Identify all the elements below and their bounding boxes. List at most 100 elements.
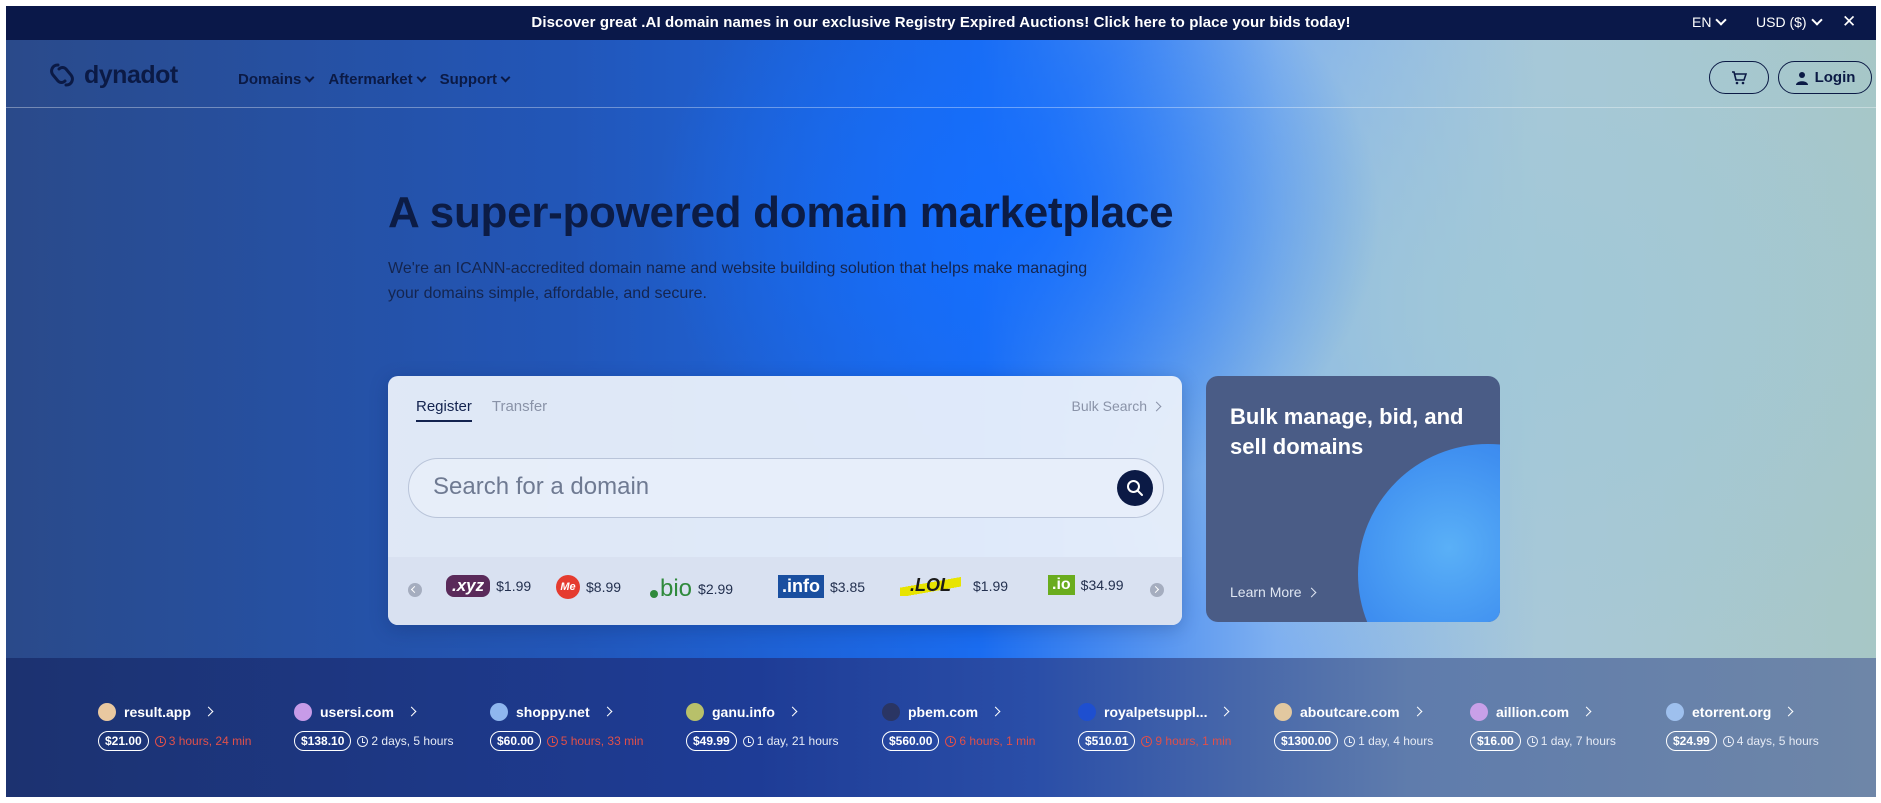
auction-time: 1 day, 4 hours: [1358, 734, 1434, 748]
currency-label: USD ($): [1756, 14, 1807, 30]
nav-menu: Domains Aftermarket Support: [238, 71, 511, 88]
user-icon: [1795, 71, 1808, 85]
domain-avatar: [1274, 703, 1292, 721]
auction-price: $510.01: [1078, 731, 1136, 751]
chevron-right-icon: [990, 706, 1001, 716]
auction-ticker: result.app $21.00 3 hours, 24 min usersi.…: [6, 658, 1876, 797]
auction-time: 1 day, 21 hours: [756, 734, 839, 748]
auction-time: 9 hours, 1 min: [1155, 734, 1232, 748]
tld-price: $34.99: [1080, 577, 1124, 593]
chevron-right-icon: [787, 706, 798, 716]
search-tabs: Register Transfer: [416, 398, 547, 422]
nav-item-aftermarket[interactable]: Aftermarket: [328, 71, 427, 88]
auction-price: $560.00: [882, 731, 940, 751]
tld-item[interactable]: .LOL $1.99: [900, 575, 1008, 596]
nav-item-domains[interactable]: Domains: [238, 71, 315, 88]
clock-icon: [154, 735, 166, 747]
close-icon[interactable]: ✕: [1842, 12, 1856, 32]
tld-price: $2.99: [698, 581, 734, 597]
domain-avatar: [1078, 703, 1096, 721]
tld-item[interactable]: .info $3.85: [778, 575, 865, 598]
search-input[interactable]: [433, 473, 1073, 501]
clock-icon: [1141, 735, 1153, 747]
auction-item[interactable]: etorrent.org $24.99 4 days, 5 hours: [1666, 703, 1819, 751]
tld-price: $1.99: [496, 578, 532, 594]
auction-domain: aillion.com: [1496, 704, 1570, 720]
domain-avatar: [686, 703, 704, 721]
auction-domain: royalpetsuppl...: [1104, 704, 1208, 720]
auction-time: 6 hours, 1 min: [959, 734, 1036, 748]
auction-item[interactable]: pbem.com $560.00 6 hours, 1 min: [882, 703, 1035, 751]
carousel-next-button[interactable]: [1150, 583, 1164, 597]
tab-transfer[interactable]: Transfer: [492, 398, 547, 422]
tld-price: $1.99: [973, 577, 1009, 594]
search-icon: [1127, 480, 1143, 496]
language-selector[interactable]: EN: [1692, 14, 1728, 30]
currency-selector[interactable]: USD ($): [1756, 14, 1823, 30]
tld-logo-bio: bio: [660, 575, 693, 602]
nav-item-support[interactable]: Support: [439, 71, 511, 88]
auction-item[interactable]: aillion.com $16.00 1 day, 7 hours: [1470, 703, 1616, 751]
auction-item[interactable]: shoppy.net $60.00 5 hours, 33 min: [490, 703, 643, 751]
logo[interactable]: dynadot: [46, 60, 178, 90]
bulk-promo-card[interactable]: Bulk manage, bid, and sell domains Learn…: [1206, 376, 1500, 622]
tld-logo-me: Me: [556, 575, 580, 599]
cart-icon: [1732, 70, 1747, 84]
auction-item[interactable]: result.app $21.00 3 hours, 24 min: [98, 703, 251, 751]
auction-price: $16.00: [1470, 731, 1521, 751]
chevron-right-icon: [1306, 587, 1317, 598]
learn-more-label: Learn More: [1230, 584, 1302, 600]
tld-item[interactable]: .io $34.99: [1048, 575, 1124, 595]
login-button[interactable]: Login: [1778, 61, 1872, 94]
nav-item-label: Support: [439, 71, 498, 88]
auction-domain: etorrent.org: [1692, 704, 1772, 720]
domain-avatar: [882, 703, 900, 721]
carousel-prev-button[interactable]: [408, 583, 422, 597]
chevron-down-icon: [500, 72, 511, 83]
auction-price: $24.99: [1666, 731, 1717, 751]
login-label: Login: [1814, 69, 1856, 86]
banner-text[interactable]: Discover great .AI domain names in our e…: [6, 14, 1876, 31]
auction-item[interactable]: usersi.com $138.10 2 days, 5 hours: [294, 703, 453, 751]
chevron-right-icon: [406, 706, 417, 716]
learn-more-link[interactable]: Learn More: [1230, 584, 1317, 600]
domain-avatar: [490, 703, 508, 721]
nav-item-label: Domains: [238, 71, 302, 88]
auction-item[interactable]: ganu.info $49.99 1 day, 21 hours: [686, 703, 839, 751]
auction-price: $60.00: [490, 731, 541, 751]
auction-item[interactable]: aboutcare.com $1300.00 1 day, 4 hours: [1274, 703, 1433, 751]
tld-item[interactable]: Me $8.99: [556, 575, 621, 599]
clock-icon: [1722, 735, 1734, 747]
search-box: [408, 458, 1164, 518]
clock-icon: [357, 735, 369, 747]
promo-banner[interactable]: Discover great .AI domain names in our e…: [6, 6, 1876, 40]
search-button[interactable]: [1117, 470, 1153, 506]
auction-price: $49.99: [686, 731, 737, 751]
domain-avatar: [1470, 703, 1488, 721]
clock-icon: [742, 735, 754, 747]
bulk-search-link[interactable]: Bulk Search: [1072, 398, 1162, 414]
promo-decoration: [1358, 444, 1500, 622]
auction-domain: result.app: [124, 704, 191, 720]
auction-price: $1300.00: [1274, 731, 1339, 751]
tld-carousel: .xyz $1.99 Me $8.99 bio $2.99 .info $3.8…: [388, 557, 1182, 625]
chevron-right-icon: [1151, 401, 1162, 412]
chevron-down-icon: [1810, 14, 1823, 26]
cart-button[interactable]: [1709, 61, 1769, 94]
domain-avatar: [98, 703, 116, 721]
tld-logo-info: .info: [778, 575, 824, 598]
promo-title: Bulk manage, bid, and sell domains: [1230, 404, 1464, 459]
hero-title: A super-powered domain marketplace: [388, 188, 1174, 237]
auction-time: 2 days, 5 hours: [371, 734, 454, 748]
tld-item[interactable]: .xyz $1.99: [446, 575, 531, 597]
chevron-right-icon: [1220, 706, 1230, 716]
auction-item[interactable]: royalpetsuppl... $510.01 9 hours, 1 min: [1078, 703, 1231, 751]
clock-icon: [945, 735, 957, 747]
tab-register[interactable]: Register: [416, 398, 472, 422]
chevron-right-icon: [1581, 706, 1592, 716]
chevron-right-icon: [203, 706, 214, 716]
tld-item[interactable]: bio $2.99: [650, 575, 733, 603]
domain-avatar: [294, 703, 312, 721]
auction-domain: usersi.com: [320, 704, 394, 720]
hero-subtitle: We're an ICANN-accredited domain name an…: [388, 260, 1088, 302]
